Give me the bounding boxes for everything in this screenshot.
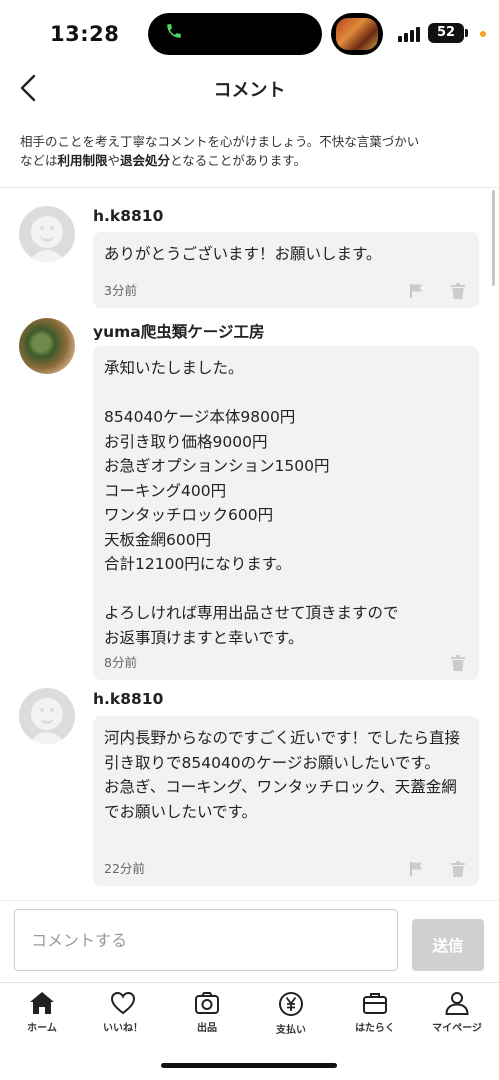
- home-icon: [30, 992, 54, 1014]
- tab-label: はたらく: [355, 1023, 395, 1034]
- comment-item: yuma爬虫類ケージ工房 承知いたしました。 854040ケージ本体9800円 …: [0, 316, 499, 682]
- notice-text-3: や: [107, 153, 121, 168]
- home-indicator[interactable]: [161, 1063, 337, 1068]
- avatar[interactable]: [19, 688, 75, 744]
- default-avatar-icon: [31, 216, 63, 248]
- comment-bubble: ありがとうございます！お願いします。 3分前: [93, 232, 479, 308]
- yen-icon: [279, 992, 303, 1016]
- delete-trash-icon[interactable]: [451, 283, 465, 299]
- heart-icon: [110, 991, 136, 1015]
- send-button[interactable]: 送信: [412, 919, 484, 971]
- status-bar: 13:28 52: [0, 0, 499, 64]
- delete-trash-icon[interactable]: [451, 655, 465, 671]
- tab-label: いいね！: [103, 1023, 143, 1034]
- tab-label: マイページ: [432, 1023, 482, 1034]
- tab-label: ホーム: [27, 1023, 57, 1034]
- default-avatar-icon: [31, 698, 63, 730]
- status-time: 13:28: [50, 22, 120, 46]
- comment-text: 河内長野からなのですごく近いです！でしたら直接引き取りで854040のケージお願…: [104, 729, 461, 821]
- nav-header: コメント: [0, 64, 499, 112]
- dynamic-island[interactable]: [148, 13, 322, 55]
- notice-bold-withdrawal: 退会処分: [120, 153, 171, 168]
- page-title: コメント: [213, 80, 286, 101]
- delete-trash-icon[interactable]: [451, 861, 465, 877]
- comment-timestamp: 22分前: [104, 861, 145, 876]
- comment-item: h.k8810 河内長野からなのですごく近いです！でしたら直接引き取りで8540…: [0, 688, 499, 888]
- comment-input[interactable]: [14, 909, 398, 971]
- tab-label: 出品: [197, 1023, 217, 1034]
- briefcase-icon: [363, 993, 387, 1014]
- report-flag-icon[interactable]: [409, 861, 425, 877]
- avatar[interactable]: [19, 206, 75, 262]
- comment-input-bar: 送信: [0, 900, 499, 980]
- comment-username[interactable]: yuma爬虫類ケージ工房: [93, 320, 264, 342]
- live-activity-thumbnail[interactable]: [331, 13, 383, 55]
- phone-call-icon: [162, 22, 186, 46]
- tab-mypage[interactable]: マイページ: [415, 991, 499, 1041]
- comment-text: 承知いたしました。 854040ケージ本体9800円 お引き取り価格9000円 …: [104, 359, 399, 647]
- tab-payment[interactable]: 支払い: [249, 991, 333, 1041]
- camera-icon: [195, 992, 219, 1014]
- notice-text-1: 相手のことを考え丁寧なコメントを心がけましょう。不快な言葉づかい: [20, 134, 420, 149]
- comment-username[interactable]: h.k8810: [93, 690, 163, 708]
- notice-bold-usage-restriction: 利用制限: [57, 153, 108, 168]
- tab-sell[interactable]: 出品: [165, 991, 249, 1041]
- comment-list[interactable]: h.k8810 ありがとうございます！お願いします。 3分前 yuma爬虫類ケー…: [0, 188, 499, 900]
- avatar[interactable]: [19, 318, 75, 374]
- tab-label: 支払い: [276, 1025, 306, 1036]
- comment-timestamp: 8分前: [104, 655, 137, 670]
- comment-timestamp: 3分前: [104, 283, 137, 298]
- tab-work[interactable]: はたらく: [333, 991, 417, 1041]
- cellular-signal-icon: [398, 26, 424, 42]
- comment-username[interactable]: h.k8810: [93, 207, 163, 225]
- tab-likes[interactable]: いいね！: [81, 991, 165, 1041]
- privacy-indicator-dot: [480, 31, 486, 37]
- notice-text-2: などは: [20, 153, 58, 168]
- person-icon: [445, 992, 469, 1015]
- report-flag-icon[interactable]: [409, 283, 425, 299]
- notice-text-4: となることがあります。: [170, 153, 306, 168]
- comment-guideline-notice: 相手のことを考え丁寧なコメントを心がけましょう。不快な言葉づかい などは利用制限…: [0, 124, 499, 188]
- comment-bubble: 承知いたしました。 854040ケージ本体9800円 お引き取り価格9000円 …: [93, 346, 479, 680]
- live-activity-image: [336, 18, 378, 50]
- comment-text: ありがとうございます！お願いします。: [104, 245, 382, 263]
- tab-home[interactable]: ホーム: [0, 991, 84, 1041]
- battery-icon: 52: [428, 23, 468, 43]
- comment-item: h.k8810 ありがとうございます！お願いします。 3分前: [0, 206, 499, 308]
- comment-bubble: 河内長野からなのですごく近いです！でしたら直接引き取りで854040のケージお願…: [93, 716, 479, 886]
